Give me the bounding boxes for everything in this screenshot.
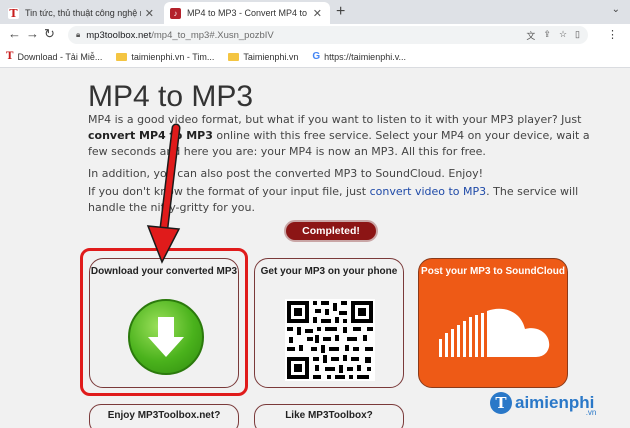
bookmark-label: https://taimienphi.v... [324,51,407,62]
bookmarks-bar: T Download - Tải Miễ... taimienphi.vn - … [0,46,630,68]
qr-code-icon [285,299,375,381]
url-path: /mp4_to_mp3#.Xusn_pozbIV [151,29,274,41]
forward-icon[interactable]: → [26,26,39,41]
format-paragraph: If you don't know the format of your inp… [88,185,579,214]
convert-video-link[interactable]: convert video to MP3 [370,185,487,198]
url-host: mp3toolbox.net [86,29,152,41]
folder-icon [228,52,240,61]
address-bar[interactable]: 🔒︎ mp3toolbox.net/mp4_to_mp3#.Xusn_pozbI… [68,26,588,44]
close-icon[interactable]: ✕ [145,7,154,20]
mp3toolbox-favicon: ♪ [170,7,181,19]
tab-title: Tin tức, thủ thuật công nghệ mới [25,8,141,18]
menu-icon[interactable]: ⋮ [607,28,618,41]
taimienphi-icon: T [6,51,14,62]
new-tab-button[interactable]: + [336,3,345,21]
watermark-letter: T [490,392,512,414]
like-title: Like MP3Toolbox? [285,410,373,421]
watermark-text: aimienphi .vn [515,393,597,417]
enjoy-title: Enjoy MP3Toolbox.net? [107,410,221,421]
bookmark-item[interactable]: G https://taimienphi.v... [312,51,406,62]
highlight-box [80,248,248,396]
enjoy-card[interactable]: Enjoy MP3Toolbox.net? [89,404,239,428]
back-icon[interactable]: ← [8,26,21,41]
watermark-logo: T aimienphi .vn [490,392,597,417]
soundcloud-paragraph: In addition, you can also post the conve… [88,167,484,180]
like-card[interactable]: Like MP3Toolbox? [254,404,404,428]
google-icon: G [312,51,321,62]
share-icon[interactable]: ⇪ [543,29,551,42]
page-content: MP4 to MP3 MP4 is a good video format, b… [0,68,630,428]
reload-icon[interactable]: ↻ [44,26,55,42]
bookmark-item[interactable]: taimienphi.vn - Tim... [116,52,214,62]
chevron-down-icon[interactable]: ⌄ [612,4,620,15]
bookmark-label: taimienphi.vn - Tim... [131,51,215,62]
bookmark-label: Taimienphi.vn [243,51,299,62]
bold-text: convert MP4 to MP3 [88,129,213,142]
intro-paragraph: MP4 is a good video format, but what if … [88,113,590,158]
qr-title: Get your MP3 on your phone [260,266,398,277]
page-title: MP4 to MP3 [88,80,254,113]
folder-icon [116,52,128,61]
translate-icon[interactable]: 文 [526,29,535,42]
browser-toolbar: ← → ↻ 🔒︎ mp3toolbox.net/mp4_to_mp3#.Xusn… [0,24,630,46]
bookmark-label: Download - Tải Miễ... [17,51,103,62]
soundcloud-card[interactable]: Post your MP3 to SoundCloud [418,258,568,388]
close-icon[interactable]: ✕ [313,7,322,20]
taimienphi-favicon: T [8,6,19,20]
bookmark-item[interactable]: Taimienphi.vn [228,52,298,62]
lock-icon[interactable]: 🔒︎ [76,30,80,40]
sidebar-icon[interactable]: ▯ [575,29,580,42]
bookmark-item[interactable]: T Download - Tải Miễ... [6,51,102,62]
tab-mp4-to-mp3[interactable]: ♪ MP4 to MP3 - Convert MP4 to MP3 ✕ [164,2,330,24]
tab-taimienphi[interactable]: T Tin tức, thủ thuật công nghệ mới ✕ [2,2,162,24]
tab-title: MP4 to MP3 - Convert MP4 to MP3 [187,8,309,18]
soundcloud-icon [439,308,550,357]
tab-strip: T Tin tức, thủ thuật công nghệ mới ✕ ♪ M… [0,0,630,24]
soundcloud-title: Post your MP3 to SoundCloud [421,266,565,277]
star-icon[interactable]: ☆ [559,29,567,42]
qr-card[interactable]: Get your MP3 on your phone [254,258,404,388]
completed-button[interactable]: Completed! [284,220,378,242]
